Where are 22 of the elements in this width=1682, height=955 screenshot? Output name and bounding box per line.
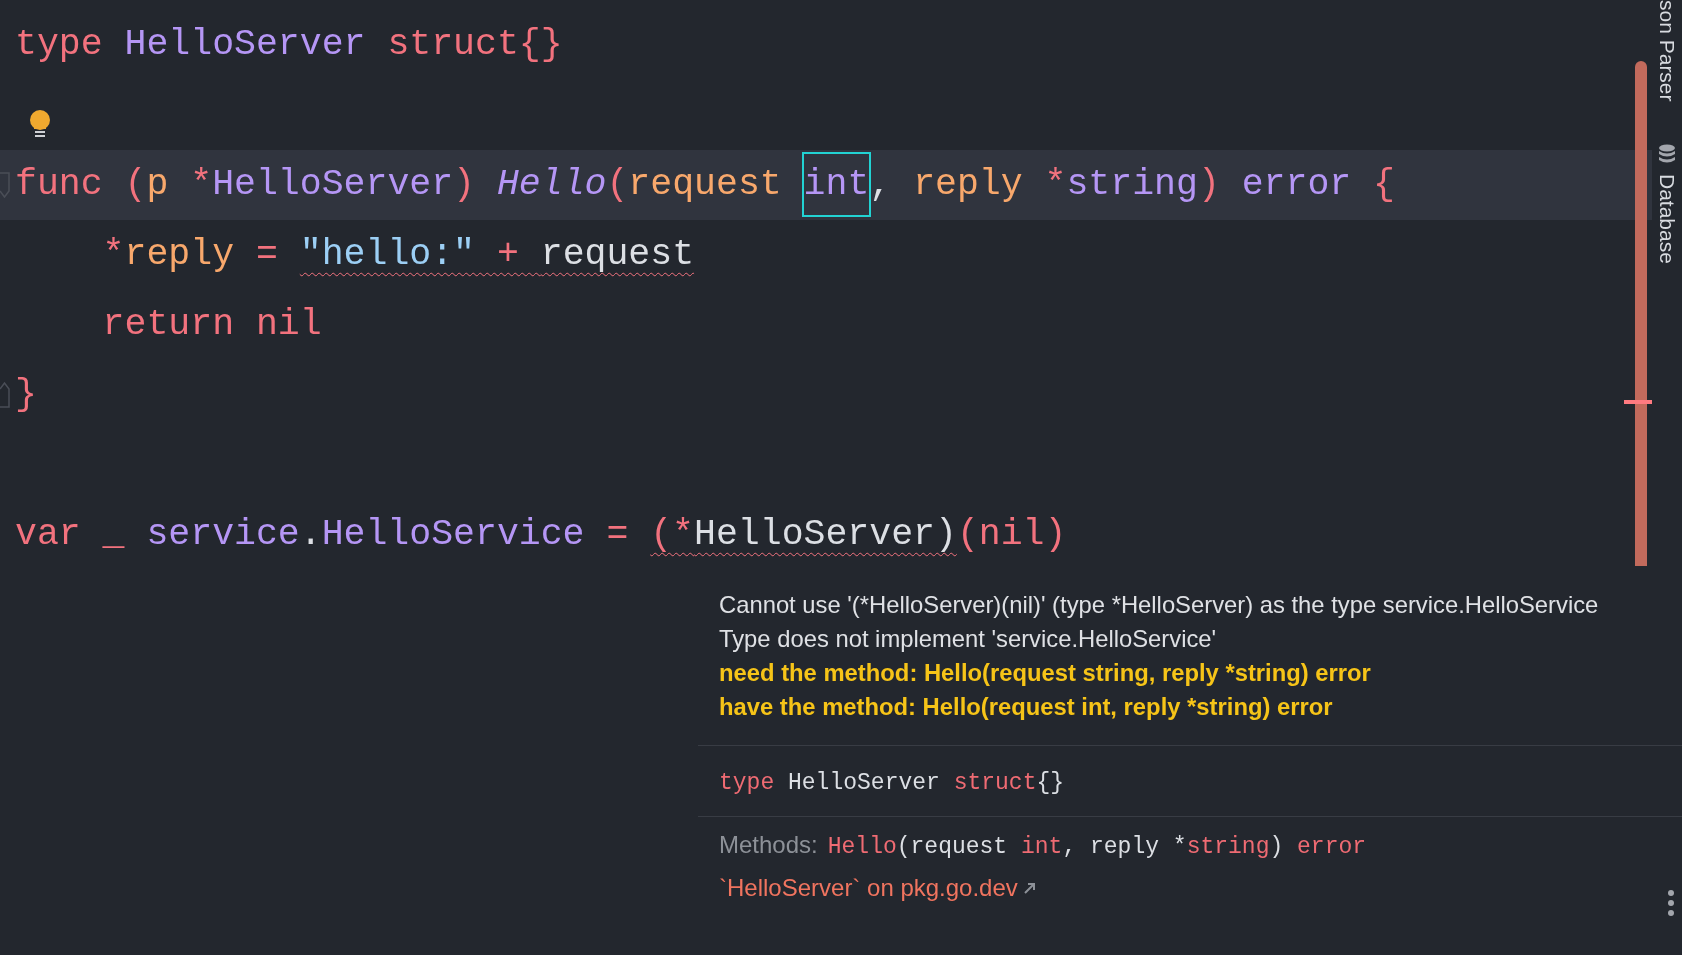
error-message: Type does not implement 'service.HelloService' bbox=[719, 624, 1218, 654]
code-line: func (p *HelloServer) Hello(request int, reply *string) error { bbox=[15, 151, 1395, 219]
tool-window-button[interactable]: Database bbox=[1655, 143, 1679, 264]
code-line: *reply = "hello:" + request bbox=[101, 233, 695, 277]
error-message: need the method: Hello(request string, reply *string) error bbox=[719, 658, 1372, 688]
code-line: return nil bbox=[101, 303, 322, 347]
tool-window-button[interactable]: son Parser bbox=[1655, 0, 1679, 102]
methods-label: Methods: bbox=[719, 831, 818, 859]
docs-link[interactable]: `HelloServer` on pkg.go.dev bbox=[719, 874, 1018, 902]
code-line: var _ service.HelloService = (*HelloServer)(nil) bbox=[15, 513, 1067, 557]
error-message: Cannot use '(*HelloServer)(nil)' (type *HelloServer) as the type service.HelloService bbox=[719, 590, 1600, 620]
fold-icon[interactable] bbox=[0, 172, 10, 198]
more-options-icon[interactable] bbox=[1668, 890, 1674, 916]
code-line: } bbox=[15, 373, 37, 417]
code-line: type HelloServer struct{} bbox=[15, 23, 563, 67]
declaration-code: type HelloServer struct{} bbox=[718, 769, 1066, 798]
error-marker[interactable] bbox=[1624, 400, 1652, 404]
external-link-icon bbox=[1023, 882, 1036, 894]
fold-icon[interactable] bbox=[0, 382, 10, 408]
method-signature: Hello(request int, reply *string) error bbox=[827, 834, 1367, 860]
error-message: have the method: Hello(request int, reply *string) error bbox=[719, 692, 1334, 722]
lightbulb-icon[interactable] bbox=[29, 110, 51, 140]
